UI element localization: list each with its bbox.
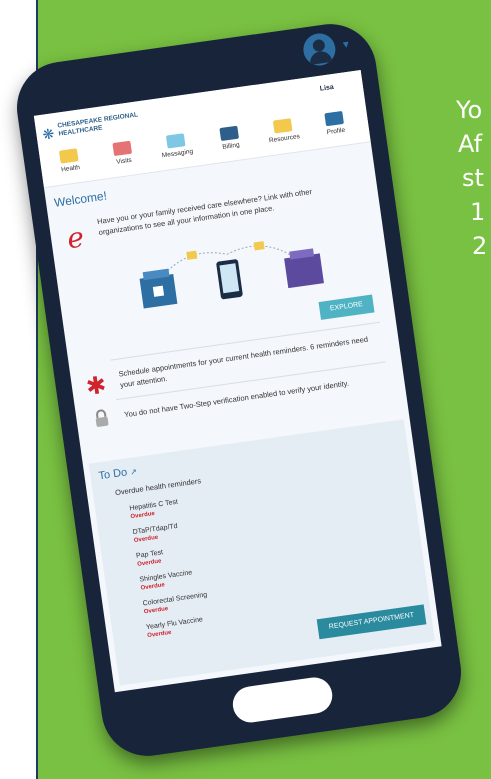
phone-screen: ❋ CHESAPEAKE REGIONAL HEALTHCARE Lisa He… [33, 69, 442, 693]
folder-icon [272, 118, 293, 134]
page-title: Welcome! [53, 188, 108, 210]
explore-button[interactable]: EXPLORE [318, 294, 375, 320]
external-link-icon: ↗ [129, 467, 138, 477]
link-organizations-illustration [139, 241, 324, 309]
nav-label: Profile [326, 126, 346, 137]
nav-item-billing[interactable]: Billing [204, 123, 257, 153]
card-icon [219, 125, 240, 142]
todo-item[interactable]: Hepatitis C Test Overdue [129, 498, 180, 523]
request-appointment-button[interactable]: REQUEST APPOINTMENT [316, 604, 427, 640]
avatar[interactable] [301, 31, 338, 68]
logo-icon: ❋ [41, 125, 56, 143]
app-header: ❋ CHESAPEAKE REGIONAL HEALTHCARE Lisa He… [33, 69, 371, 189]
todo-item[interactable]: Shingles Vaccine Overdue [139, 568, 194, 593]
calendar-icon [112, 140, 133, 157]
chevron-down-icon[interactable]: ▼ [340, 39, 351, 51]
todo-title-label: To Do [97, 466, 128, 483]
nav-label: Health [60, 164, 81, 174]
phone-mockup: ▼ ❋ CHESAPEAKE REGIONAL HEALTHCARE Lisa … [0, 0, 491, 779]
home-button[interactable] [230, 675, 335, 725]
nav-label: Visits [115, 156, 133, 166]
profile-name: Lisa [319, 83, 335, 93]
heart-icon [58, 148, 79, 164]
nav-item-health[interactable]: Health [43, 146, 96, 176]
avatar-body [308, 49, 333, 65]
phone-body: ▼ ❋ CHESAPEAKE REGIONAL HEALTHCARE Lisa … [11, 18, 467, 762]
nav-item-profile[interactable]: Profile [308, 109, 361, 139]
todo-panel: To Do ↗ Overdue health reminders Hepatit… [88, 419, 435, 686]
envelope-icon [165, 133, 186, 149]
todo-item[interactable]: Pap Test Overdue [136, 548, 165, 570]
todo-title[interactable]: To Do ↗ [98, 465, 138, 482]
lock-icon [95, 409, 109, 427]
medical-star-icon: ✱ [84, 371, 108, 402]
nav-label: Resources [268, 133, 301, 145]
avatar-head [312, 38, 326, 53]
org-logo-text: CHESAPEAKE REGIONAL HEALTHCARE [57, 111, 139, 138]
todo-item[interactable]: Yearly Flu Vaccine Overdue [146, 615, 205, 641]
nav-item-resources[interactable]: Resources [257, 116, 310, 146]
todo-item[interactable]: Colorectal Screening Overdue [142, 590, 209, 617]
todo-item[interactable]: DTaP/Tdap/Td Overdue [132, 522, 179, 546]
nav-label: Messaging [161, 148, 194, 160]
id-card-icon [324, 110, 344, 127]
nav-label: Billing [221, 141, 241, 151]
nav-item-visits[interactable]: Visits [97, 138, 150, 168]
todo-subtitle: Overdue health reminders [114, 476, 202, 498]
link-e-logo-icon: e [65, 220, 87, 256]
nav-item-messaging[interactable]: Messaging [150, 131, 203, 161]
